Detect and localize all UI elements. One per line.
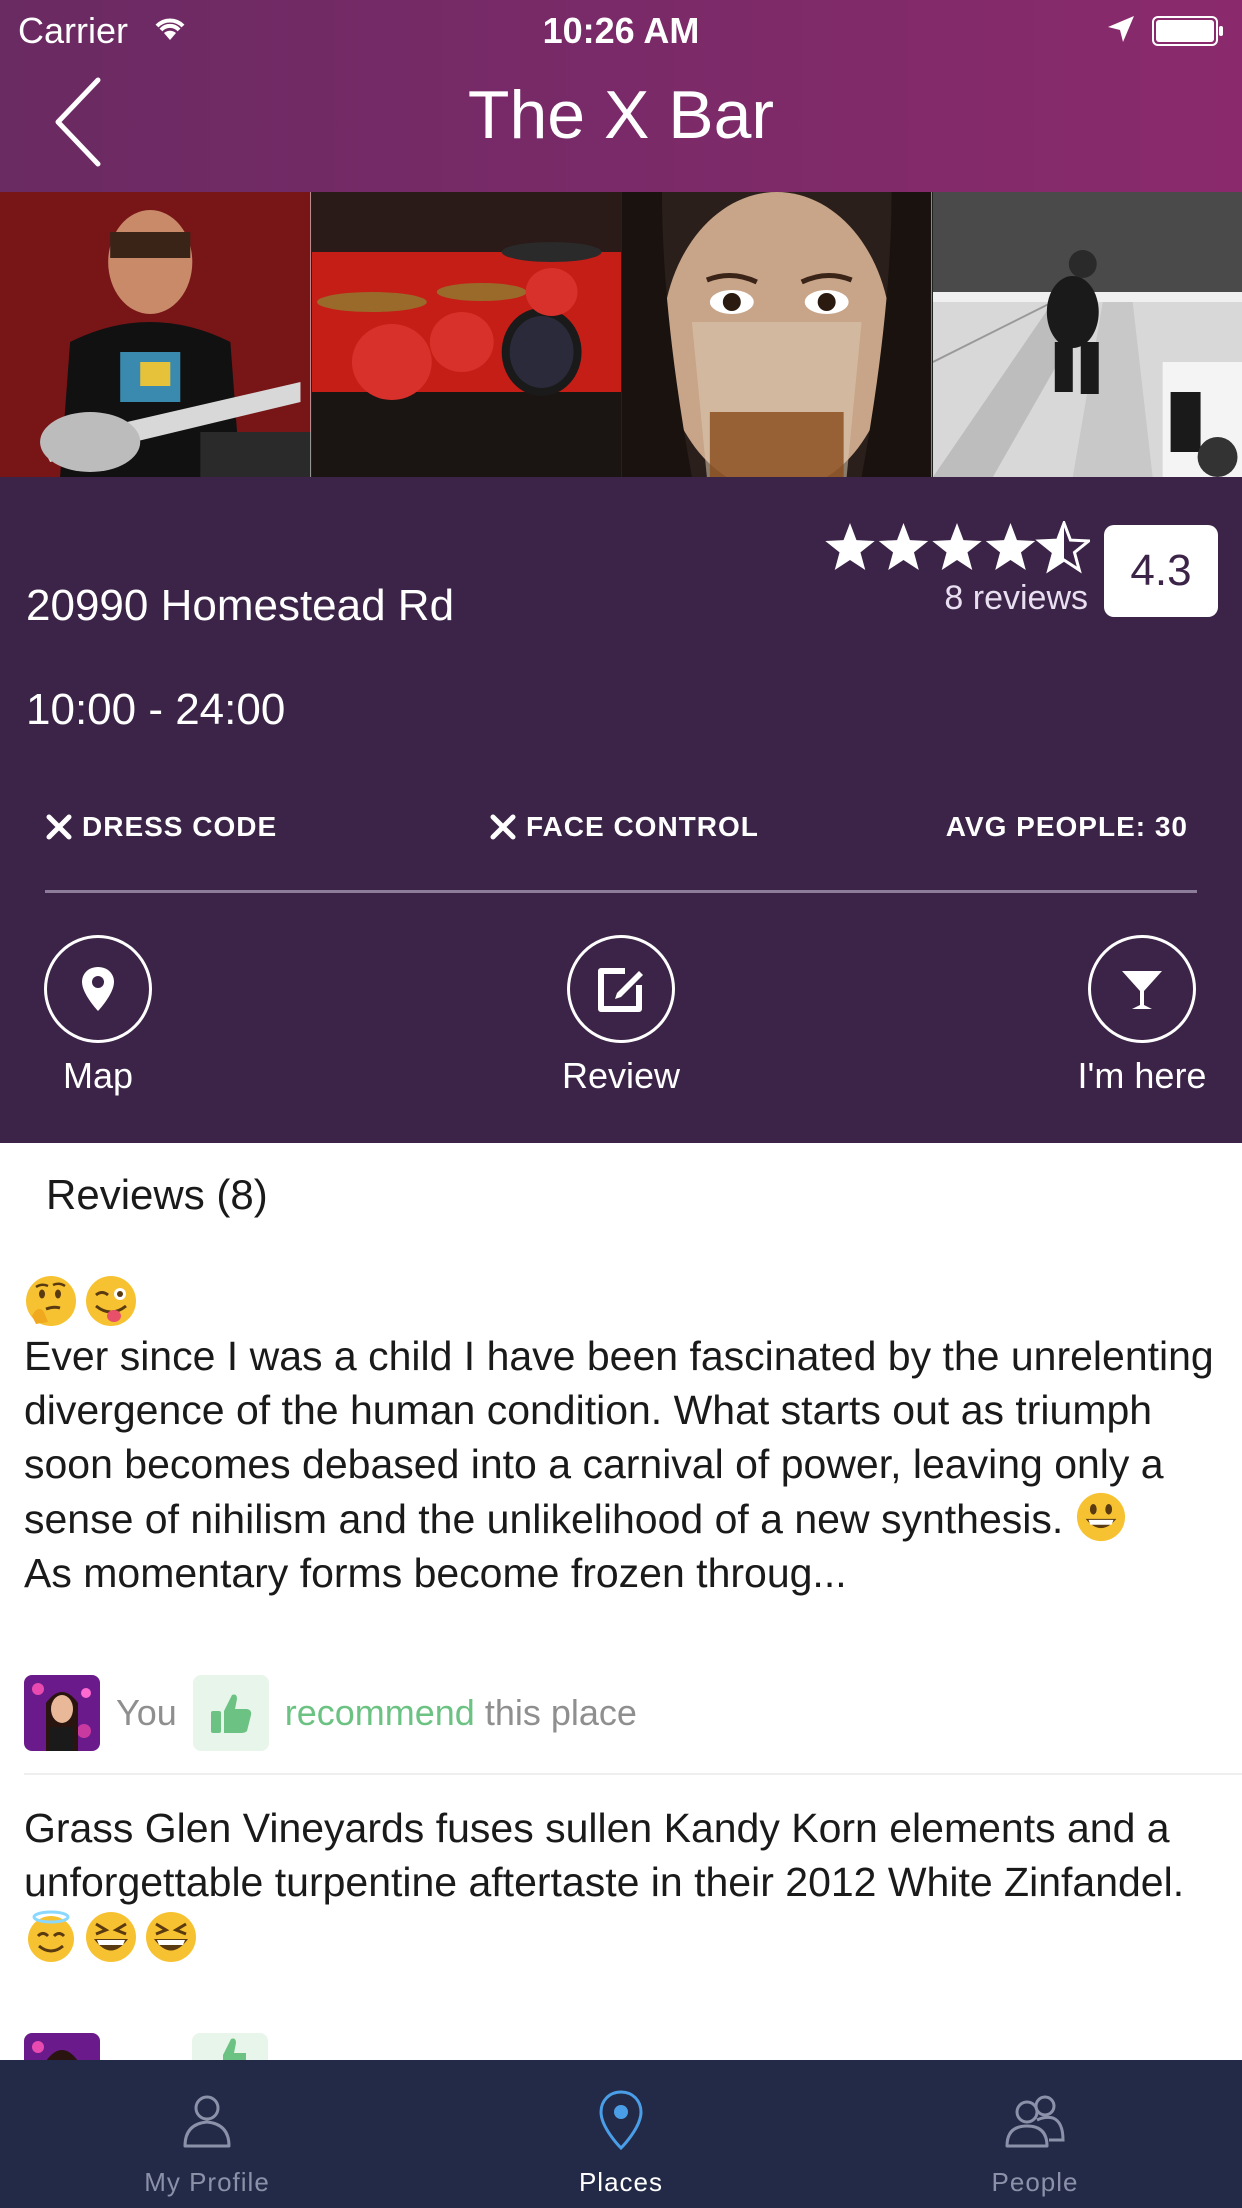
laughing-face-icon — [86, 1912, 136, 1962]
laughing-face-icon — [146, 1912, 196, 1962]
dress-code-label: DRESS CODE — [82, 811, 278, 842]
tab-label: Places — [578, 2167, 664, 2197]
thumbs-up-icon — [223, 2038, 246, 2060]
review-item[interactable]: Grass Glen Vineyards fuses sullen Kandy … — [24, 1801, 1218, 1965]
avg-people-label: AVG PEOPLE: 30 — [945, 811, 1188, 842]
guitarist-photo[interactable] — [0, 192, 311, 477]
dress-code-feature: DRESS CODE — [46, 811, 277, 843]
people-icon — [1005, 2095, 1065, 2148]
x-icon — [46, 814, 72, 840]
map-button[interactable]: Map — [0, 935, 198, 1097]
im-here-button[interactable]: I'm here — [1042, 935, 1242, 1097]
grinning-face-icon — [1076, 1492, 1125, 1542]
drinking-woman-photo[interactable] — [621, 192, 932, 477]
reviews-count[interactable]: 8 reviews — [944, 579, 1088, 618]
recommend-link[interactable]: recommend — [285, 1692, 475, 1734]
review-item[interactable]: Ever since I was a child I have been fas… — [24, 1273, 1218, 1600]
drum-kit-photo[interactable] — [310, 192, 621, 477]
rating-badge: 4.3 — [1104, 525, 1218, 617]
tab-people[interactable]: People — [828, 2060, 1242, 2208]
review-text: Grass Glen Vineyards fuses sullen Kandy … — [24, 1805, 1185, 1905]
thinking-face-icon — [26, 1276, 76, 1326]
map-label: Map — [62, 1055, 134, 1096]
place-info-panel: 8 reviews 4.3 20990 Homestead Rd 10:00 -… — [0, 477, 1242, 1143]
star-full-icon — [825, 523, 875, 571]
review-author[interactable]: You — [116, 1692, 177, 1734]
location-arrow-icon — [1108, 16, 1134, 42]
thumbs-up-icon — [210, 1694, 251, 1733]
next-review-peek — [24, 2033, 268, 2060]
review-emojis — [24, 1273, 1218, 1329]
review-text-part-1: Ever since I was a child I have been fas… — [24, 1333, 1226, 1542]
features-row: DRESS CODE FACE CONTROL AVG PEOPLE: 30 — [0, 811, 1242, 861]
photo-strip — [0, 192, 1242, 477]
star-half-icon — [1035, 521, 1090, 574]
reviews-heading: Reviews (8) — [46, 1171, 268, 1218]
review-text-part-2: As momentary forms become frozen throug.… — [24, 1550, 847, 1596]
avatar[interactable] — [24, 1675, 100, 1751]
review-emojis — [24, 1909, 1218, 1965]
star-full-icon — [878, 523, 929, 571]
tab-label: My Profile — [144, 2167, 270, 2197]
review-button-circle — [567, 935, 675, 1043]
bowling-photo[interactable] — [931, 192, 1242, 477]
recommend-suffix: this place — [484, 1692, 637, 1733]
status-time: 10:26 AM — [542, 10, 700, 51]
review-label: Review — [561, 1055, 681, 1096]
face-control-label: FACE CONTROL — [526, 811, 759, 842]
recommend-badge[interactable] — [192, 1675, 269, 1751]
recommend-badge[interactable] — [192, 2033, 268, 2060]
person-icon — [183, 2095, 231, 2148]
header: Carrier 10:26 AM The X Bar — [0, 0, 1242, 192]
map-button-circle — [44, 935, 152, 1043]
avatar[interactable] — [24, 2033, 100, 2060]
star-full-icon — [985, 523, 1036, 571]
face-control-feature: FACE CONTROL — [490, 811, 759, 843]
rating-stars — [825, 521, 1090, 574]
reviews-section: Reviews (8) Ever since I was a child I h… — [0, 1143, 1242, 2060]
recommendation-row: You recommend this place — [24, 1675, 637, 1751]
review-separator — [24, 1773, 1242, 1775]
status-bar: Carrier 10:26 AM — [0, 0, 1242, 60]
edit-icon — [598, 968, 643, 1012]
address: 20990 Homestead Rd — [26, 581, 455, 630]
im-here-button-circle — [1088, 935, 1196, 1043]
x-icon — [490, 814, 516, 840]
map-pin-icon — [82, 967, 114, 1011]
battery-icon — [1152, 16, 1223, 46]
page-title: The X Bar — [467, 77, 775, 153]
map-pin-icon — [599, 2090, 643, 2151]
im-here-label: I'm here — [1077, 1055, 1207, 1096]
avg-people-feature: AVG PEOPLE: 30 — [946, 811, 1188, 843]
review-button[interactable]: Review — [521, 935, 721, 1097]
halo-smiling-face-icon — [28, 1910, 74, 1962]
review-text: Ever since I was a child I have been fas… — [24, 1329, 1218, 1600]
tab-places[interactable]: Places — [414, 2060, 828, 2208]
opening-hours: 10:00 - 24:00 — [26, 685, 286, 734]
tab-my-profile[interactable]: My Profile — [0, 2060, 414, 2208]
cocktail-glass-icon — [1122, 971, 1162, 1009]
tab-bar: My Profile Places People — [0, 2060, 1242, 2208]
tab-label: People — [991, 2167, 1079, 2197]
star-full-icon — [932, 523, 982, 571]
divider — [45, 890, 1197, 893]
winking-tongue-face-icon — [86, 1276, 136, 1326]
